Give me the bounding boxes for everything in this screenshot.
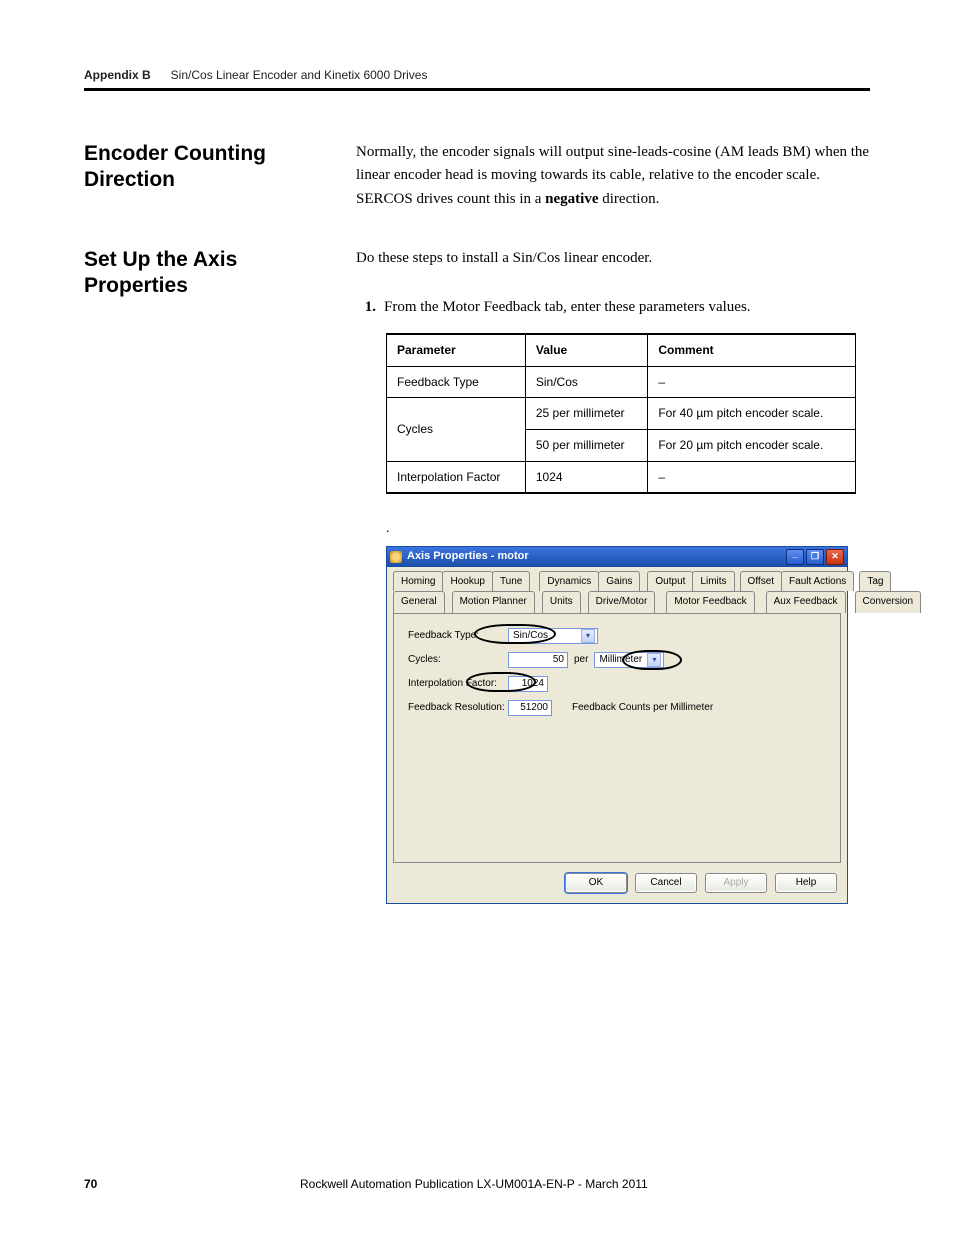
close-button[interactable] [826, 549, 844, 565]
help-button[interactable]: Help [775, 873, 837, 893]
page-footer: 70 Rockwell Automation Publication LX-UM… [84, 1177, 870, 1191]
tab-limits[interactable]: Limits [692, 571, 734, 592]
minimize-button[interactable] [786, 549, 804, 565]
chevron-down-icon [647, 653, 661, 667]
td: Feedback Type [387, 366, 526, 398]
tab-dynamics[interactable]: Dynamics [539, 571, 599, 592]
th-comment: Comment [648, 334, 856, 366]
tab-homing[interactable]: Homing [393, 571, 443, 592]
tab-motor-feedback[interactable]: Motor Feedback [666, 591, 754, 613]
feedback-resolution-input[interactable]: 51200 [508, 700, 552, 716]
td: – [648, 366, 856, 398]
label-feedback-type: Feedback Type: [408, 628, 508, 644]
td: 50 per millimeter [525, 430, 647, 462]
section-body-encoder: Normally, the encoder signals will outpu… [356, 141, 870, 211]
maximize-button[interactable] [806, 549, 824, 565]
tab-drive-motor[interactable]: Drive/Motor [588, 591, 656, 613]
section-heading-encoder: Encoder Counting Direction [84, 141, 336, 211]
cancel-button[interactable]: Cancel [635, 873, 697, 893]
tab-hookup[interactable]: Hookup [442, 571, 492, 592]
step-text: From the Motor Feedback tab, enter these… [384, 296, 870, 319]
td: – [648, 461, 856, 493]
dialog-body: Feedback Type: Sin/Cos Cycles: 50 [393, 613, 841, 863]
td: 1024 [525, 461, 647, 493]
cycles-unit-select[interactable]: Millimeter [594, 652, 664, 668]
tab-aux-feedback[interactable]: Aux Feedback [766, 591, 846, 613]
td: For 40 µm pitch encoder scale. [648, 398, 856, 430]
chevron-down-icon [581, 629, 595, 643]
dialog-buttons: OK Cancel Apply Help [387, 869, 847, 903]
setup-intro: Do these steps to install a Sin/Cos line… [356, 247, 870, 270]
dialog-titlebar[interactable]: Axis Properties - motor [387, 547, 847, 567]
tab-general[interactable]: General [393, 591, 445, 613]
period: . [386, 518, 870, 540]
tab-tune[interactable]: Tune [492, 571, 530, 592]
label-resolution-units: Feedback Counts per Millimeter [572, 700, 713, 716]
section-heading-setup: Set Up the Axis Properties [84, 247, 336, 904]
axis-properties-dialog: Axis Properties - motor Homing Hookup [386, 546, 848, 904]
td: Interpolation Factor [387, 461, 526, 493]
tab-conversion[interactable]: Conversion [855, 591, 922, 613]
tab-output[interactable]: Output [647, 571, 693, 592]
cycles-unit-value: Millimeter [599, 652, 647, 668]
label-interpolation-factor: Interpolation Factor: [408, 676, 508, 692]
tab-offset[interactable]: Offset [740, 571, 783, 592]
tabs-row-top: Homing Hookup Tune Dynamics Gains Output… [393, 571, 841, 592]
page-number: 70 [84, 1177, 300, 1191]
publication-info: Rockwell Automation Publication LX-UM001… [300, 1177, 870, 1191]
step-number: 1. [356, 296, 376, 319]
tab-fault-actions[interactable]: Fault Actions [781, 571, 854, 592]
label-cycles: Cycles: [408, 652, 508, 668]
ok-button[interactable]: OK [565, 873, 627, 893]
apply-button[interactable]: Apply [705, 873, 767, 893]
appendix-label: Appendix B [84, 68, 151, 82]
td: 25 per millimeter [525, 398, 647, 430]
td: For 20 µm pitch encoder scale. [648, 430, 856, 462]
td: Sin/Cos [525, 366, 647, 398]
app-icon [390, 551, 402, 563]
tab-units[interactable]: Units [542, 591, 581, 613]
th-parameter: Parameter [387, 334, 526, 366]
th-value: Value [525, 334, 647, 366]
tab-gains[interactable]: Gains [598, 571, 640, 592]
encoder-text-post: direction. [599, 191, 660, 207]
interpolation-factor-input[interactable]: 1024 [508, 676, 548, 692]
tabs-row-bottom: General Motion Planner Units Drive/Motor… [393, 591, 841, 613]
feedback-type-select[interactable]: Sin/Cos [508, 628, 598, 644]
label-feedback-resolution: Feedback Resolution: [408, 700, 508, 716]
feedback-type-value: Sin/Cos [513, 628, 581, 644]
page-header: Appendix B Sin/Cos Linear Encoder and Ki… [84, 68, 870, 88]
header-title: Sin/Cos Linear Encoder and Kinetix 6000 … [171, 68, 428, 82]
encoder-text-bold: negative [545, 191, 598, 207]
label-per: per [574, 652, 588, 668]
td: Cycles [387, 398, 526, 461]
header-rule [84, 88, 870, 91]
dialog-title: Axis Properties - motor [407, 548, 786, 565]
parameter-table: Parameter Value Comment Feedback Type Si… [386, 333, 856, 494]
cycles-input[interactable]: 50 [508, 652, 568, 668]
tab-motion-planner[interactable]: Motion Planner [452, 591, 535, 613]
tab-tag[interactable]: Tag [859, 571, 891, 592]
